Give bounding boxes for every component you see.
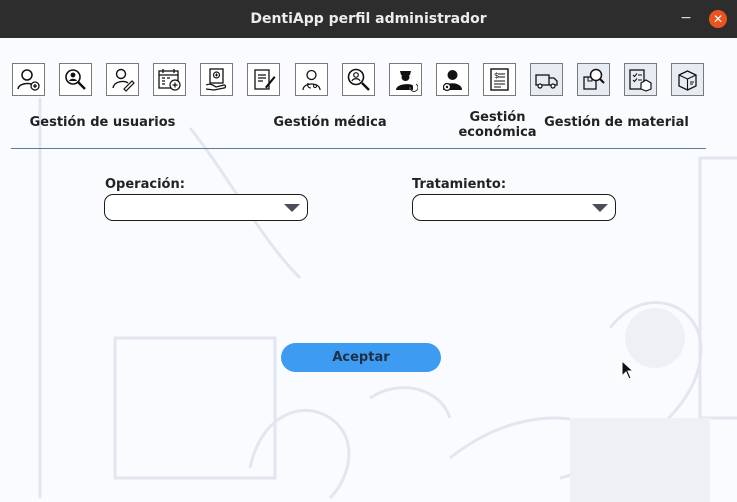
edit-user-button[interactable] (106, 63, 139, 96)
doctor-button[interactable] (295, 63, 328, 96)
nurse-refresh-button[interactable] (389, 63, 422, 96)
add-user-icon (17, 69, 40, 91)
dental-office-background (38, 98, 737, 502)
operacion-select[interactable] (104, 194, 308, 221)
svg-text:$: $ (494, 71, 499, 80)
patient-settings-icon (442, 70, 462, 92)
patient-settings-button[interactable] (436, 63, 469, 96)
close-button[interactable]: ✕ (709, 10, 727, 28)
chevron-down-icon (284, 204, 300, 212)
package-box-icon (678, 70, 697, 91)
add-appointment-calendar-icon (158, 69, 181, 91)
minimize-button[interactable]: − (679, 11, 693, 25)
mouse-cursor-icon (621, 360, 635, 380)
window-title: DentiApp perfil administrador (250, 11, 487, 27)
accept-button[interactable]: Aceptar (281, 343, 441, 372)
main-content: $ Gestión de usuarios Gestión médica Ges… (0, 38, 737, 502)
chevron-down-icon (592, 204, 608, 212)
inventory-checklist-icon (629, 69, 652, 92)
package-box-button[interactable] (671, 63, 704, 96)
inventory-checklist-button[interactable] (624, 63, 657, 96)
delivery-button[interactable] (530, 63, 563, 96)
doctor-icon (302, 69, 321, 91)
search-medical-button[interactable] (342, 63, 375, 96)
invoice-button[interactable]: $ (483, 63, 516, 96)
section-economica-line2: económica (458, 125, 537, 140)
search-user-button[interactable] (59, 63, 92, 96)
section-economica-label: Gestión económica (450, 110, 545, 140)
delivery-truck-icon (535, 74, 558, 89)
section-medica-label: Gestión médica (273, 115, 387, 130)
toolbar-divider (11, 148, 706, 149)
search-package-icon (583, 68, 605, 90)
app-window: DentiApp perfil administrador − ✕ $ Gest… (0, 0, 737, 502)
add-appointment-button[interactable] (153, 63, 186, 96)
nurse-refresh-icon (396, 71, 418, 92)
operacion-label: Operación: (105, 177, 185, 192)
search-package-button[interactable] (577, 63, 610, 96)
search-user-icon (65, 69, 86, 90)
medical-record-edit-icon (254, 69, 276, 90)
section-material-label: Gestión de material (544, 115, 689, 130)
section-usuarios-label: Gestión de usuarios (29, 115, 176, 130)
medical-register-button[interactable] (200, 63, 233, 96)
section-economica-line1: Gestión (469, 110, 526, 125)
medical-register-icon (205, 68, 227, 91)
medical-record-button[interactable] (247, 63, 280, 96)
tratamiento-label: Tratamiento: (412, 177, 507, 192)
add-user-button[interactable] (12, 63, 45, 96)
edit-user-icon (112, 68, 135, 92)
invoice-icon: $ (490, 68, 509, 91)
search-medical-icon (347, 68, 370, 91)
tratamiento-select[interactable] (412, 194, 616, 221)
title-bar[interactable]: DentiApp perfil administrador − ✕ (0, 0, 737, 38)
